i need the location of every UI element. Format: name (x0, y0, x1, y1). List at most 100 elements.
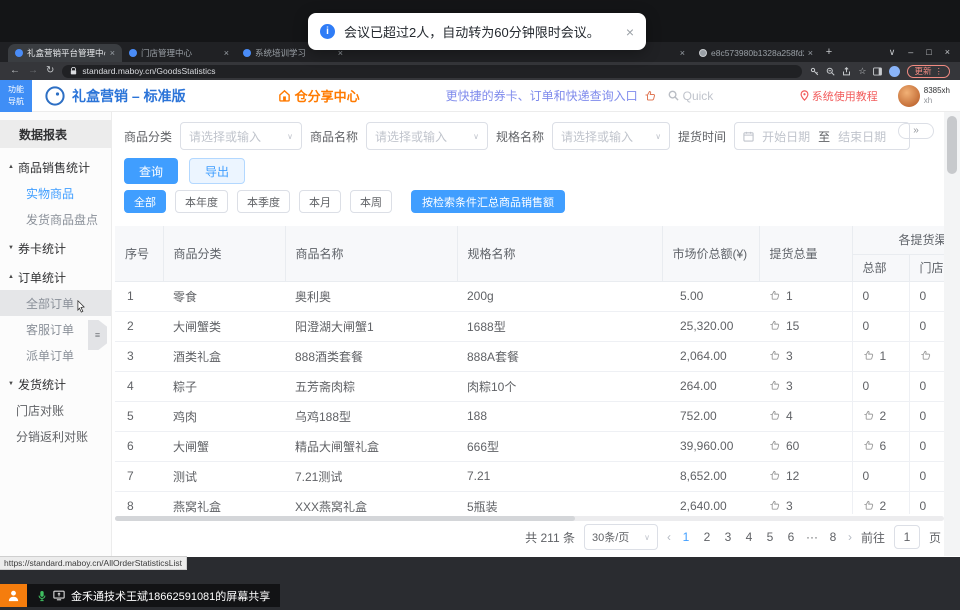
avatar[interactable] (898, 85, 920, 107)
sidebar-item[interactable]: 分销返利对账 (0, 423, 111, 449)
browser-tab[interactable]: e8c573980b1328a258fd2e6f8× (692, 44, 820, 62)
zoom-icon[interactable] (826, 67, 835, 76)
page-size-select[interactable]: 30条/页 ∨ (584, 524, 658, 550)
cell-value: 0 (920, 439, 927, 453)
page-number[interactable]: 6 (785, 530, 797, 544)
browser-tab[interactable]: 门店管理中心× (122, 44, 236, 62)
sidebar-item[interactable]: ▲订单统计 (0, 264, 111, 290)
sidebar-item[interactable]: 发货商品盘点 (0, 206, 111, 232)
promo-text[interactable]: 更快捷的券卡、订单和快递查询入口 (446, 87, 638, 104)
end-date-placeholder: 结束日期 (838, 128, 886, 145)
tutorial-link[interactable]: 系统使用教程 (800, 88, 878, 104)
range-button[interactable]: 本季度 (237, 190, 290, 213)
search-button[interactable]: 查询 (124, 158, 178, 184)
sidebar-item[interactable]: ▲商品销售统计 (0, 154, 111, 180)
forward-icon[interactable]: → (28, 66, 38, 76)
thumb-icon (863, 440, 874, 451)
range-button[interactable]: 本月 (299, 190, 341, 213)
page-number[interactable]: 8 (827, 530, 839, 544)
tab-close-icon[interactable]: × (224, 48, 229, 58)
table-container: 序号 商品分类 商品名称 规格名称 市场价总额(¥) 提货总量 各提货渠道 总部… (115, 226, 944, 514)
summary-button[interactable]: 按检索条件汇总商品销售额 (411, 190, 565, 213)
page-number[interactable]: 1 (680, 530, 692, 544)
pagination: 共 211 条 30条/页 ∨ ‹ 123456···8 › 前往 1 页 (112, 524, 944, 550)
range-button[interactable]: 本周 (350, 190, 392, 213)
sidebar-item[interactable]: 全部订单 (0, 290, 111, 316)
prev-page-button[interactable]: ‹ (667, 530, 671, 544)
tab-close-icon[interactable]: × (680, 48, 685, 58)
quick-search[interactable]: Quick (668, 89, 714, 103)
share-center-link[interactable]: 仓分享中心 (278, 86, 360, 105)
side-panel-icon[interactable] (873, 67, 882, 76)
new-tab-button[interactable]: + (820, 46, 838, 58)
page-number[interactable]: 2 (701, 530, 713, 544)
sidebar-item[interactable]: ▼券卡统计 (0, 235, 111, 261)
cell-qty: 60 (759, 431, 852, 461)
brand-logo-icon (45, 86, 65, 106)
username: 8385xh (924, 86, 950, 96)
name-label: 商品名称 (310, 128, 358, 145)
range-button[interactable]: 全部 (124, 190, 166, 213)
tab-search-chevron-icon[interactable]: ∨ (889, 47, 896, 58)
cell-store: 0 (909, 491, 944, 514)
export-button[interactable]: 导出 (189, 158, 245, 184)
close-icon[interactable]: × (626, 24, 634, 40)
cell-category: 酒类礼盒 (163, 341, 285, 371)
update-button[interactable]: 更新 ⋮ (907, 65, 950, 78)
expand-filters-button[interactable]: » (898, 123, 934, 139)
page-number[interactable]: 5 (764, 530, 776, 544)
scrollbar-thumb[interactable] (947, 116, 957, 174)
category-select[interactable]: 请选择或输入 ∨ (180, 122, 302, 150)
goto-page-input[interactable]: 1 (894, 525, 920, 549)
function-nav-toggle[interactable]: 功能 导航 (0, 80, 32, 112)
person-icon[interactable] (0, 584, 27, 607)
address-bar[interactable]: standard.maboy.cn/GoodsStatistics (62, 65, 802, 78)
reload-icon[interactable]: ↻ (46, 66, 54, 76)
browser-tab[interactable]: 礼盒营销平台管理中心× (8, 44, 122, 62)
sidebar-item[interactable]: ▼发货统计 (0, 371, 111, 397)
page-number[interactable]: 3 (722, 530, 734, 544)
sidebar-item[interactable]: 实物商品 (0, 180, 111, 206)
sidebar-collapse-handle[interactable]: ≡ (88, 320, 107, 350)
quick-label: Quick (683, 89, 714, 103)
key-icon[interactable] (810, 67, 819, 76)
cell-value: 0 (920, 289, 927, 303)
horizontal-scrollbar[interactable] (115, 516, 944, 521)
cell-value: 2 (880, 409, 887, 423)
calendar-icon (743, 131, 754, 142)
scrollbar-thumb[interactable] (115, 516, 575, 521)
table-row: 4粽子五芳斋肉粽肉粽10个264.00300 (115, 371, 944, 401)
page-number[interactable]: ··· (806, 530, 818, 544)
cell-spec: 肉粽10个 (457, 371, 662, 401)
minimize-icon[interactable]: – (908, 47, 913, 57)
cell-hq: 1 (852, 341, 909, 371)
screen-share-bar: 金禾通技术王斌18662591081的屏幕共享 (0, 584, 280, 607)
maximize-icon[interactable]: □ (926, 47, 931, 57)
range-button[interactable]: 本年度 (175, 190, 228, 213)
back-icon[interactable]: ← (10, 66, 20, 76)
cell-category: 零食 (163, 281, 285, 311)
cell-value: 0 (920, 499, 927, 513)
spec-select[interactable]: 请选择或输入 ∨ (552, 122, 670, 150)
next-page-button[interactable]: › (848, 530, 852, 544)
cell-value: 12 (786, 469, 799, 483)
cell-qty: 15 (759, 311, 852, 341)
name-select[interactable]: 请选择或输入 ∨ (366, 122, 488, 150)
header-right: 系统使用教程 8385xh xh (800, 85, 960, 107)
page-number[interactable]: 4 (743, 530, 755, 544)
date-range-input[interactable]: 开始日期 至 结束日期 (734, 122, 910, 150)
cell-spec: 7.21 (457, 461, 662, 491)
tab-close-icon[interactable]: × (110, 48, 115, 58)
cell-value: 1 (880, 349, 887, 363)
tab-close-icon[interactable]: × (808, 48, 813, 58)
share-icon[interactable] (842, 67, 851, 76)
more-menu-icon[interactable]: ⋮ (935, 66, 944, 77)
star-icon[interactable]: ☆ (858, 66, 866, 77)
expand-arrow-icon: ▲ (8, 274, 14, 280)
sidebar-item[interactable]: 门店对账 (0, 397, 111, 423)
window-close-icon[interactable]: × (945, 47, 950, 57)
window-controls: ∨ – □ × (889, 47, 960, 58)
vertical-scrollbar[interactable] (944, 112, 960, 556)
cell-value: 0 (920, 409, 927, 423)
profile-icon[interactable] (889, 66, 900, 77)
